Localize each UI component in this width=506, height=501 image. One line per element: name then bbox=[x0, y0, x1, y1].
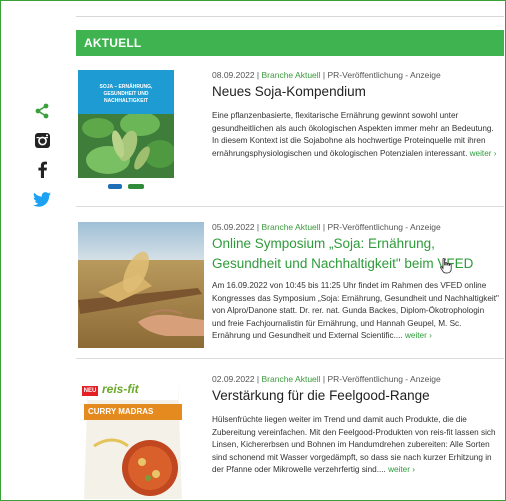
article-text: Hülsenfrüchte liegen weiter im Trend und… bbox=[212, 414, 500, 477]
article-excerpt: Hülsenfrüchte liegen weiter im Trend und… bbox=[212, 415, 496, 475]
section-header: AKTUELL bbox=[76, 30, 504, 56]
article-date: 08.09.2022 bbox=[212, 70, 255, 80]
article-date: 05.09.2022 bbox=[212, 222, 255, 232]
brochure-title: SOJA – ERNÄHRUNG, GESUNDHEIT UND NACHHAL… bbox=[99, 84, 153, 104]
top-divider bbox=[76, 16, 504, 17]
article-text: Eine pflanzenbasierte, flexitarische Ern… bbox=[212, 110, 500, 160]
article-category-link[interactable]: Branche Aktuell bbox=[261, 374, 320, 384]
news-content: AKTUELL SOJA – ERNÄHRUNG, GESUNDHEIT UND… bbox=[76, 0, 504, 499]
article-divider bbox=[76, 206, 504, 207]
soy-harvest-image bbox=[78, 222, 204, 348]
read-more-link[interactable]: weiter › bbox=[388, 465, 415, 474]
share-icon[interactable] bbox=[33, 102, 51, 120]
pack-brand: reis-fit bbox=[102, 382, 139, 396]
article-tag: PR-Veröffentlichung - Anzeige bbox=[327, 70, 441, 80]
article-tag: PR-Veröffentlichung - Anzeige bbox=[327, 374, 441, 384]
article-category-link[interactable]: Branche Aktuell bbox=[261, 222, 320, 232]
article-divider bbox=[76, 358, 504, 359]
article-title[interactable]: Online Symposium „Soja: Ernährung, Gesun… bbox=[212, 234, 502, 274]
facebook-icon[interactable] bbox=[33, 160, 51, 178]
article-text: Am 16.09.2022 von 10:45 bis 11:25 Uhr fi… bbox=[212, 280, 500, 343]
soybean-plant-image bbox=[78, 114, 174, 178]
read-more-link[interactable]: weiter › bbox=[405, 331, 432, 340]
brochure-footer bbox=[78, 178, 174, 196]
article-date: 02.09.2022 bbox=[212, 374, 255, 384]
article-item: 05.09.2022 | Branche Aktuell | PR-Veröff… bbox=[76, 220, 504, 350]
article-category-link[interactable]: Branche Aktuell bbox=[261, 70, 320, 80]
article-excerpt: Am 16.09.2022 von 10:45 bis 11:25 Uhr fi… bbox=[212, 281, 499, 341]
article-meta: 08.09.2022 | Branche Aktuell | PR-Veröff… bbox=[212, 70, 441, 80]
article-item: SOJA – ERNÄHRUNG, GESUNDHEIT UND NACHHAL… bbox=[76, 68, 504, 198]
article-thumbnail[interactable] bbox=[78, 222, 204, 348]
article-thumbnail[interactable]: SOJA – ERNÄHRUNG, GESUNDHEIT UND NACHHAL… bbox=[78, 70, 174, 196]
hand-cursor-icon bbox=[440, 258, 452, 274]
pack-variant: CURRY MADRAS bbox=[88, 407, 154, 416]
article-item: NEU reis-fit CURRY MADRAS 02.09.2022 | B… bbox=[76, 372, 504, 499]
article-excerpt: Eine pflanzenbasierte, flexitarische Ern… bbox=[212, 111, 494, 158]
article-thumbnail[interactable]: NEU reis-fit CURRY MADRAS bbox=[78, 376, 188, 499]
article-meta: 05.09.2022 | Branche Aktuell | PR-Veröff… bbox=[212, 222, 441, 232]
article-title[interactable]: Verstärkung für die Feelgood-Range bbox=[212, 386, 502, 406]
instagram-icon[interactable] bbox=[33, 131, 51, 149]
article-tag: PR-Veröffentlichung - Anzeige bbox=[327, 222, 441, 232]
article-meta: 02.09.2022 | Branche Aktuell | PR-Veröff… bbox=[212, 374, 441, 384]
twitter-icon[interactable] bbox=[33, 190, 51, 208]
article-title[interactable]: Neues Soja-Kompendium bbox=[212, 82, 502, 102]
new-badge: NEU bbox=[82, 386, 98, 396]
read-more-link[interactable]: weiter › bbox=[470, 149, 497, 158]
